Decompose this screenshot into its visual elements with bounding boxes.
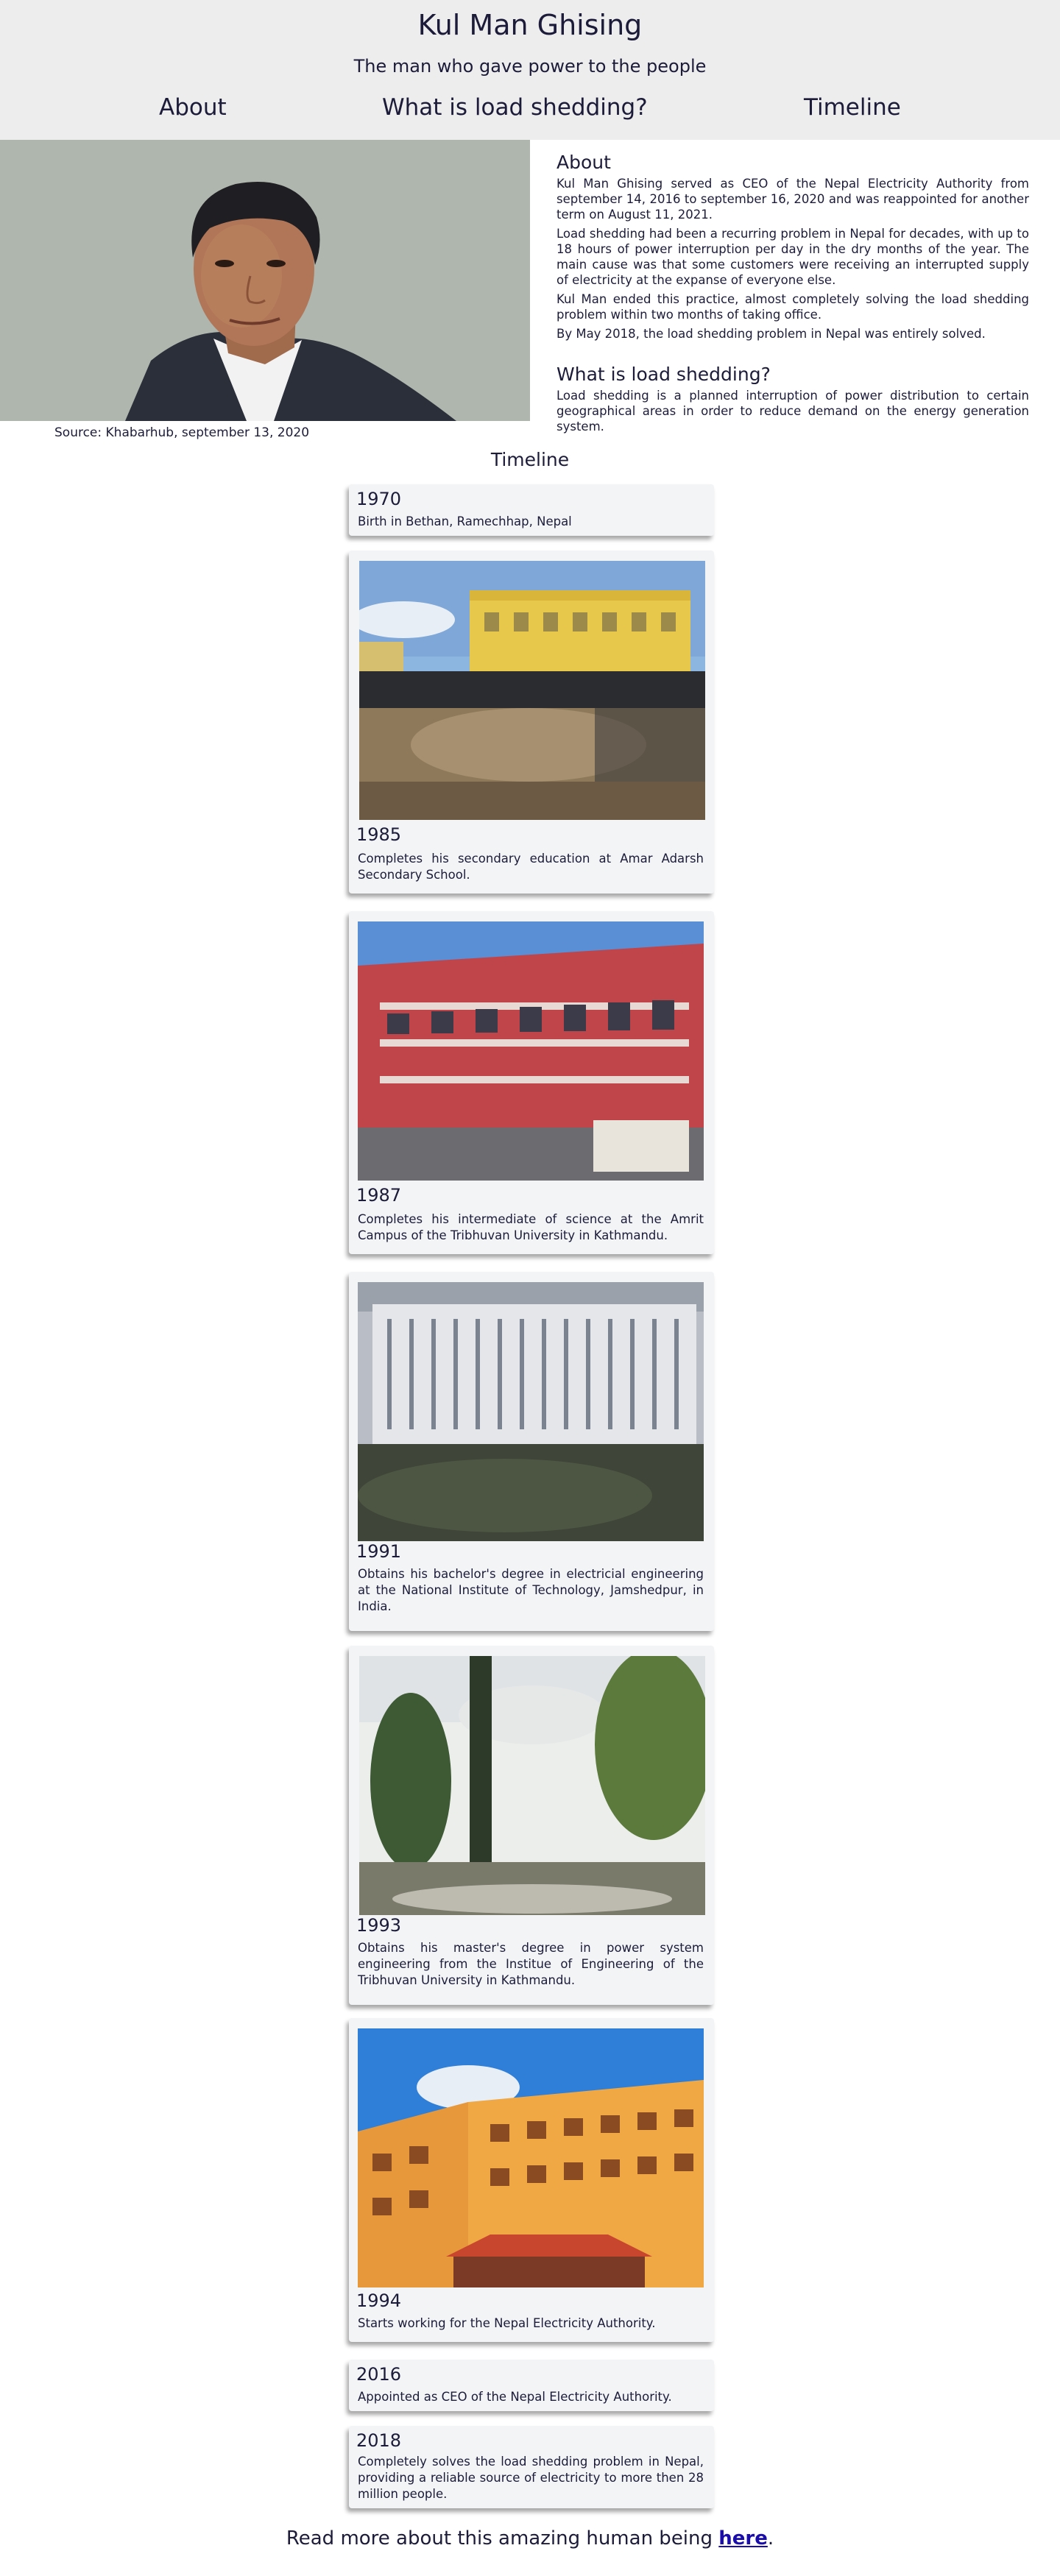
white-palace-fountain-photo: [359, 1656, 705, 1915]
timeline-card-2018: 2018 Completely solves the load shedding…: [349, 2426, 714, 2508]
timeline-card-1970: 1970 Birth in Bethan, Ramechhap, Nepal: [349, 484, 714, 536]
orange-office-building-photo: [358, 2028, 704, 2287]
timeline-text: Appointed as CEO of the Nepal Electricit…: [358, 2390, 672, 2404]
site-header: Kul Man Ghising The man who gave power t…: [0, 0, 1060, 140]
timeline-text: Birth in Bethan, Ramechhap, Nepal: [358, 514, 572, 528]
portrait-caption: Source: Khabarhub, september 13, 2020: [54, 425, 310, 440]
timeline-text: Starts working for the Nepal Electricity…: [358, 2316, 656, 2330]
site-subtitle: The man who gave power to the people: [353, 56, 707, 77]
timeline-year: 1987: [356, 1185, 402, 1206]
load-shedding-text: Load shedding is a planned interruption …: [556, 389, 1029, 434]
timeline-year: 2016: [356, 2364, 402, 2385]
footer-period: .: [767, 2527, 774, 2550]
footer-read-more: Read more about this amazing human being…: [0, 2527, 1060, 2550]
timeline-text: Obtains his master's degree in power sys…: [358, 1941, 704, 1987]
load-shedding-heading: What is load shedding?: [556, 364, 771, 385]
timeline-heading: Timeline: [490, 449, 570, 470]
timeline-year: 1991: [356, 1541, 402, 1562]
timeline-year: 1994: [356, 2290, 402, 2311]
timeline-card-1991: 1991 Obtains his bachelor's degree in el…: [349, 1272, 714, 1631]
load-shedding-section: What is load shedding? Load shedding is …: [556, 364, 1029, 438]
timeline-card-1994: 1994 Starts working for the Nepal Electr…: [349, 2018, 714, 2342]
timeline-year: 1993: [356, 1915, 402, 1936]
timeline-year: 2018: [356, 2430, 402, 2451]
portrait-photo: [0, 140, 530, 421]
site-title: Kul Man Ghising: [417, 9, 643, 41]
footer-text: Read more about this amazing human being: [286, 2527, 719, 2550]
timeline-text: Obtains his bachelor's degree in electri…: [358, 1567, 704, 1613]
about-paragraph: Kul Man ended this practice, almost comp…: [556, 292, 1029, 322]
about-paragraph: Load shedding had been a recurring probl…: [556, 227, 1029, 287]
nav-link-load-shedding[interactable]: What is load shedding?: [382, 94, 648, 121]
about-paragraph: By May 2018, the load shedding problem i…: [556, 327, 986, 341]
nav-link-about[interactable]: About: [159, 94, 227, 121]
timeline-text: Completely solves the load shedding prob…: [358, 2455, 704, 2501]
about-heading: About: [556, 152, 611, 173]
institute-aerial-photo: [358, 1282, 704, 1541]
timeline-card-1987: 1987 Completes his intermediate of scien…: [349, 911, 714, 1254]
school-courtyard-photo: [359, 561, 705, 820]
timeline-text: Completes his intermediate of science at…: [358, 1212, 704, 1242]
about-paragraph: Kul Man Ghising served as CEO of the Nep…: [556, 177, 1029, 222]
timeline-card-1985: 1985 Completes his secondary education a…: [349, 551, 714, 894]
timeline-year: 1970: [356, 489, 402, 509]
timeline-card-1993: 1993 Obtains his master's degree in powe…: [349, 1646, 714, 2005]
red-campus-building-photo: [358, 921, 704, 1181]
nav-link-timeline[interactable]: Timeline: [804, 94, 901, 121]
timeline-text: Completes his secondary education at Ama…: [358, 852, 704, 882]
portrait-illustration: [0, 140, 530, 421]
timeline-card-2016: 2016 Appointed as CEO of the Nepal Elect…: [349, 2360, 714, 2411]
timeline-year: 1985: [356, 824, 402, 845]
about-section: About Kul Man Ghising served as CEO of t…: [556, 152, 1029, 345]
read-more-link[interactable]: here: [718, 2527, 768, 2550]
